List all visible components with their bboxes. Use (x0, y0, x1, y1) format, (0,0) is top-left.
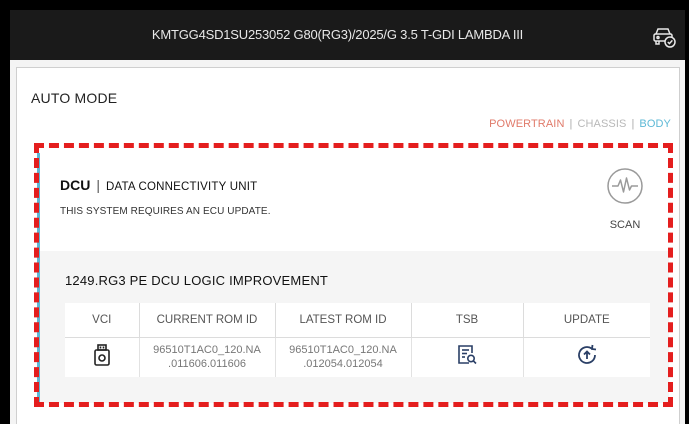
document-search-icon[interactable] (456, 344, 478, 370)
latest-rom-cell: 96510T1AC0_120.NA .012054.012054 (275, 337, 412, 377)
system-code: DCU (60, 177, 91, 193)
waveform-scan-icon (607, 168, 643, 204)
rom-table: VCI CURRENT ROM ID LATEST ROM ID TSB UPD… (65, 303, 650, 377)
page-title: AUTO MODE (31, 90, 118, 106)
category-separator: | (631, 118, 635, 130)
ecu-update-message: THIS SYSTEM REQUIRES AN ECU UPDATE. (60, 206, 271, 217)
update-title: 1249.RG3 PE DCU LOGIC IMPROVEMENT (65, 273, 329, 288)
content-area: AUTO MODE POWERTRAIN | CHASSIS | BODY DCU | DA… (10, 60, 685, 424)
top-header: KMTGG4SD1SU253052 G80(RG3)/2025/G 3.5 T-… (10, 10, 685, 60)
tsb-cell (411, 337, 524, 377)
column-current-rom: CURRENT ROM ID (139, 303, 276, 338)
vci-cell (65, 337, 140, 377)
app-window: KMTGG4SD1SU253052 G80(RG3)/2025/G 3.5 T-… (10, 10, 685, 424)
current-rom-line1: 96510T1AC0_120.NA (153, 344, 261, 357)
current-rom-cell: 96510T1AC0_120.NA .011606.011606 (139, 337, 276, 377)
column-tsb: TSB (411, 303, 524, 338)
category-powertrain[interactable]: POWERTRAIN (489, 118, 564, 130)
system-title: DCU | DATA CONNECTIVITY UNIT (60, 177, 257, 193)
category-body[interactable]: BODY (639, 118, 671, 130)
system-card-header: DCU | DATA CONNECTIVITY UNIT THIS SYSTEM R… (40, 153, 669, 251)
system-card: DCU | DATA CONNECTIVITY UNIT THIS SYSTEM R… (37, 153, 669, 403)
column-vci: VCI (65, 303, 140, 338)
car-check-icon[interactable] (651, 23, 677, 49)
category-chassis[interactable]: CHASSIS (577, 118, 626, 130)
update-cell (523, 337, 650, 377)
category-separator: | (569, 118, 573, 130)
category-filter: POWERTRAIN | CHASSIS | BODY (489, 118, 671, 130)
column-latest-rom: LATEST ROM ID (275, 303, 412, 338)
usb-device-icon[interactable] (93, 344, 111, 370)
latest-rom-line1: 96510T1AC0_120.NA (289, 344, 397, 357)
vehicle-info: KMTGG4SD1SU253052 G80(RG3)/2025/G 3.5 T-… (151, 27, 524, 42)
system-full-name: DATA CONNECTIVITY UNIT (105, 181, 258, 193)
current-rom-line2: .011606.011606 (168, 358, 246, 371)
auto-mode-panel: AUTO MODE POWERTRAIN | CHASSIS | BODY DCU | DA… (16, 67, 680, 424)
title-separator: | (96, 177, 100, 193)
latest-rom-line2: .012054.012054 (303, 358, 383, 371)
scan-label: SCAN (609, 219, 641, 231)
scan-button[interactable]: SCAN (598, 167, 652, 237)
column-update: UPDATE (523, 303, 650, 338)
table-row: 96510T1AC0_120.NA .011606.011606 96510T1… (65, 337, 650, 377)
table-header-row: VCI CURRENT ROM ID LATEST ROM ID TSB UPD… (65, 303, 650, 338)
refresh-upload-icon[interactable] (575, 343, 599, 371)
